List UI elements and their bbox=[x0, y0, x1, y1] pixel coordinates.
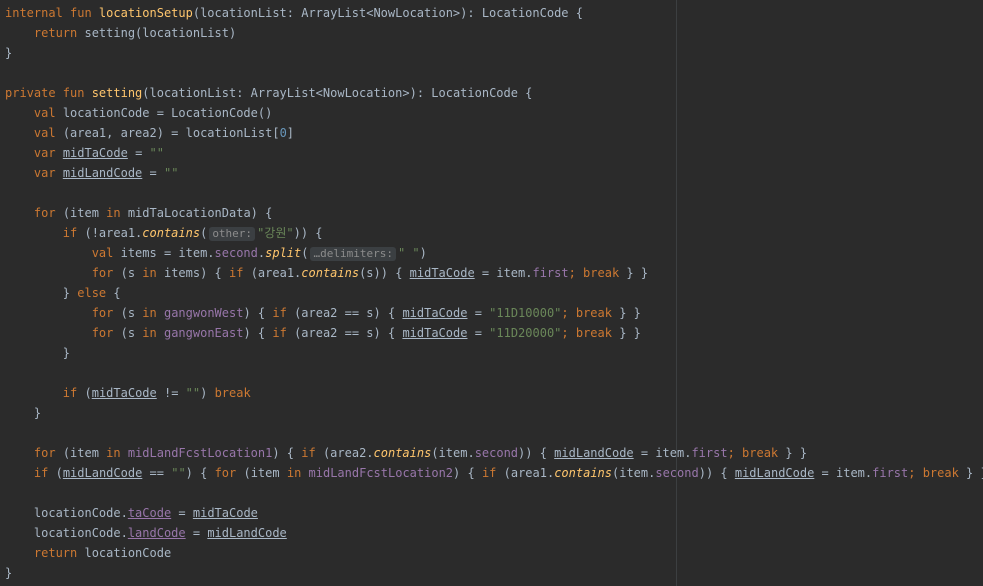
code-line[interactable]: for (item in midLandFcstLocation1) { if … bbox=[5, 443, 807, 463]
code-line[interactable]: } bbox=[5, 403, 41, 423]
number-literal: 0 bbox=[279, 126, 287, 140]
code-line[interactable]: private fun setting(locationList: ArrayL… bbox=[5, 83, 532, 103]
code-line[interactable]: locationCode.taCode = midTaCode bbox=[5, 503, 258, 523]
code-line[interactable]: var midLandCode = "" bbox=[5, 163, 179, 183]
code-line[interactable]: } else { bbox=[5, 283, 121, 303]
code-editor[interactable]: internal fun locationSetup(locationList:… bbox=[0, 0, 983, 586]
code-line[interactable]: var midTaCode = "" bbox=[5, 143, 164, 163]
right-margin-guide bbox=[676, 0, 677, 586]
code-line[interactable]: if (midTaCode != "") break bbox=[5, 383, 251, 403]
code-line[interactable]: for (s in gangwonWest) { if (area2 == s)… bbox=[5, 303, 641, 323]
code-line[interactable]: if (midLandCode == "") { for (item in mi… bbox=[5, 463, 983, 483]
string-literal: " " bbox=[397, 246, 420, 260]
code-line[interactable]: for (s in gangwonEast) { if (area2 == s)… bbox=[5, 323, 641, 343]
code-line[interactable]: } bbox=[5, 343, 70, 363]
code-line[interactable]: locationCode.landCode = midLandCode bbox=[5, 523, 287, 543]
param-hint-other: other: bbox=[209, 227, 256, 241]
string-literal: "" bbox=[163, 166, 179, 180]
string-literal: "" bbox=[171, 466, 186, 480]
code-line[interactable]: return setting(locationList) bbox=[5, 23, 236, 43]
string-literal: "강원" bbox=[257, 226, 294, 240]
string-literal: "11D20000" bbox=[489, 326, 562, 340]
string-literal: "11D10000" bbox=[489, 306, 562, 320]
code-line[interactable]: if (!area1.contains(other: "강원")) { bbox=[5, 223, 323, 243]
string-literal: "" bbox=[185, 386, 201, 400]
param-hint-delimiters: …delimiters: bbox=[310, 247, 396, 261]
code-line[interactable]: for (item in midTaLocationData) { bbox=[5, 203, 272, 223]
code-line[interactable]: } bbox=[5, 563, 12, 583]
code-line[interactable]: val items = item.second.split(…delimiter… bbox=[5, 243, 427, 263]
string-literal: "" bbox=[149, 146, 164, 160]
code-line[interactable]: for (s in items) { if (area1.contains(s)… bbox=[5, 263, 648, 283]
code-line[interactable]: internal fun locationSetup(locationList:… bbox=[5, 3, 583, 23]
code-line[interactable]: } bbox=[5, 43, 12, 63]
code-line[interactable]: val (area1, area2) = locationList[0] bbox=[5, 123, 294, 143]
code-line[interactable]: val locationCode = LocationCode() bbox=[5, 103, 272, 123]
code-line[interactable]: return locationCode bbox=[5, 543, 171, 563]
